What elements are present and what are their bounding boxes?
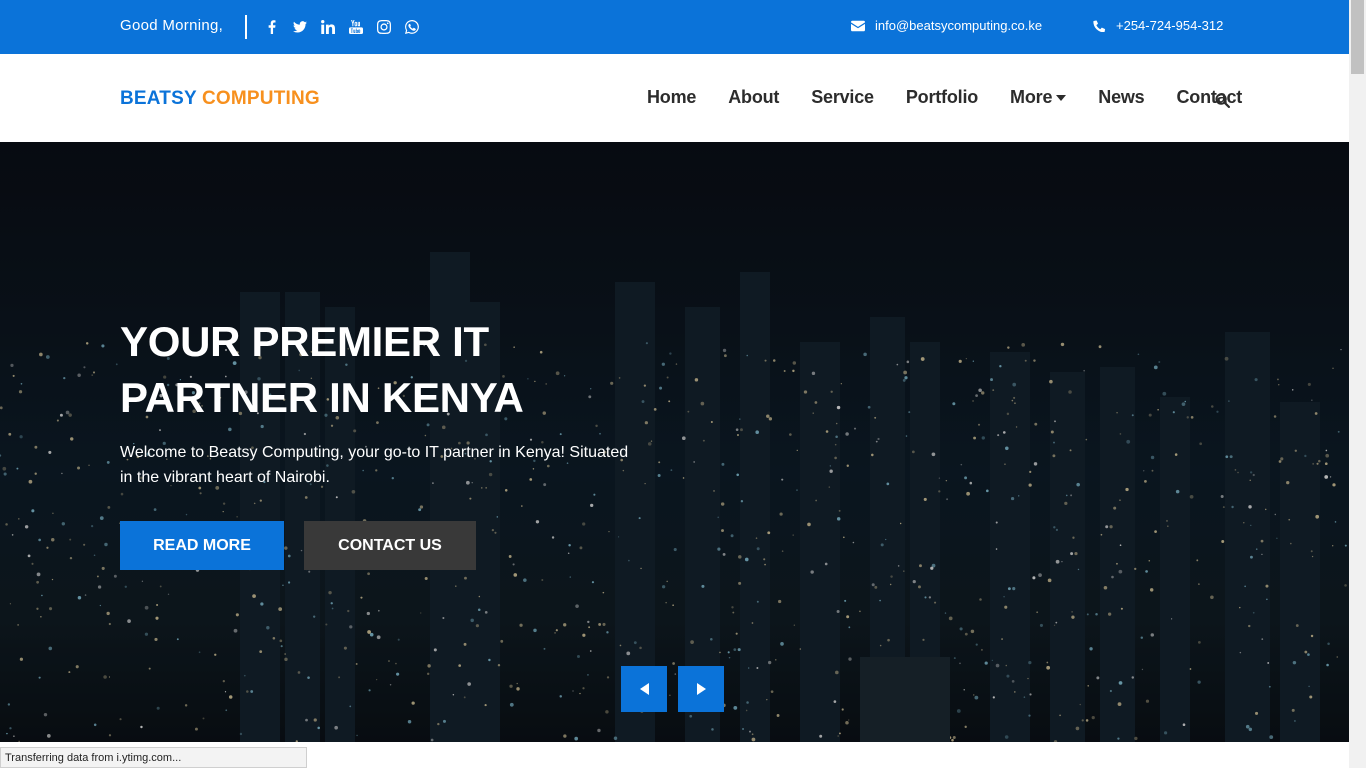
page-scrollbar[interactable] [1349, 0, 1366, 768]
phone-icon [1093, 20, 1106, 32]
caret-right-icon [696, 683, 706, 695]
hero-title: YOUR PREMIER IT PARTNER IN KENYA [120, 318, 524, 421]
contact-us-button[interactable]: CONTACT US [304, 521, 476, 570]
nav-about[interactable]: About [728, 87, 779, 108]
topbar-divider [245, 15, 247, 39]
caret-left-icon [639, 683, 649, 695]
page: Good Morning, info@beatsycomputing.co.ke… [0, 0, 1366, 768]
brand-logo[interactable]: BEATSY COMPUTING [120, 88, 320, 110]
top-bar: Good Morning, info@beatsycomputing.co.ke… [0, 0, 1349, 54]
topbar-phone[interactable]: +254-724-954-312 [1092, 18, 1223, 33]
main-navbar: BEATSY COMPUTING Home About Service Port… [0, 54, 1349, 142]
greeting-text: Good Morning, [120, 17, 224, 34]
nav-news[interactable]: News [1098, 87, 1144, 108]
hero-slider: YOUR PREMIER IT PARTNER IN KENYA Welcome… [0, 142, 1349, 742]
instagram-icon[interactable] [370, 17, 398, 37]
browser-status-bar: Transferring data from i.ytimg.com... [0, 747, 307, 768]
brand-part-1: BEATSY [120, 88, 197, 109]
nav-portfolio[interactable]: Portfolio [906, 87, 978, 108]
linkedin-icon[interactable] [314, 17, 342, 37]
twitter-icon[interactable] [286, 17, 314, 37]
hero-text: Welcome to Beatsy Computing, your go-to … [120, 444, 629, 486]
scrollbar-thumb[interactable] [1351, 0, 1364, 74]
nav-menu: Home About Service Portfolio More News C… [647, 87, 1274, 108]
caret-down-icon [1056, 94, 1067, 101]
nav-service[interactable]: Service [811, 87, 874, 108]
search-icon[interactable] [1215, 93, 1231, 109]
nav-contact[interactable]: Contact [1177, 87, 1243, 108]
whatsapp-icon[interactable] [398, 17, 426, 37]
brand-part-2: COMPUTING [202, 88, 320, 109]
topbar-email[interactable]: info@beatsycomputing.co.ke [851, 18, 1042, 33]
email-text: info@beatsycomputing.co.ke [875, 18, 1043, 33]
nav-home[interactable]: Home [647, 87, 696, 108]
facebook-icon[interactable] [258, 17, 286, 37]
social-links [258, 17, 426, 37]
envelope-icon [851, 20, 865, 31]
nav-more-label: More [1010, 87, 1053, 107]
nav-more[interactable]: More [1010, 87, 1067, 108]
slider-next-button[interactable] [678, 666, 724, 712]
phone-text: +254-724-954-312 [1116, 18, 1224, 33]
youtube-icon[interactable] [342, 17, 370, 37]
read-more-button[interactable]: READ MORE [120, 521, 284, 570]
slider-prev-button[interactable] [621, 666, 667, 712]
